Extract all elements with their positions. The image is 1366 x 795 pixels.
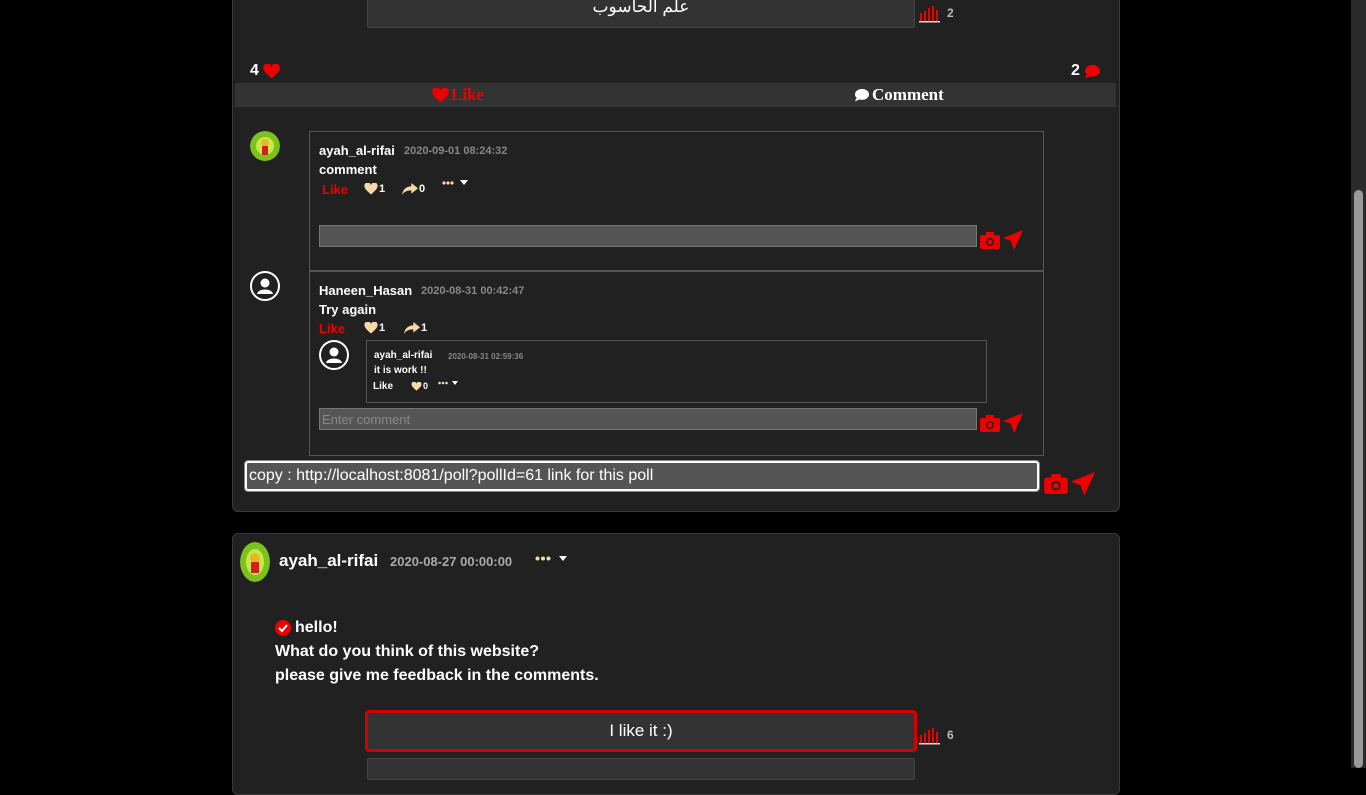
voters-icon[interactable] <box>919 5 941 23</box>
comment-like-button[interactable]: Like <box>322 182 348 197</box>
send-icon[interactable] <box>1071 472 1095 496</box>
like-button-label: Like <box>451 85 485 104</box>
comment-input[interactable]: copy : http://localhost:8081/poll?pollId… <box>244 460 1040 492</box>
voters-icon[interactable] <box>919 727 941 745</box>
comment-shares[interactable]: 0 <box>402 183 425 195</box>
comment-likes[interactable]: 1 <box>364 183 385 195</box>
reply-date: 2020-08-31 02:59:36 <box>448 352 524 361</box>
post-action-bar: Like Comment <box>235 83 1116 107</box>
comment-shares[interactable]: 1 <box>404 322 427 334</box>
share-icon <box>404 322 420 334</box>
comment-likes[interactable]: 1 <box>364 322 385 334</box>
likes-count-value: 4 <box>250 62 259 79</box>
comment-button[interactable]: Comment <box>854 83 944 107</box>
poll-description: please give me feedback in the comments. <box>275 667 599 684</box>
poll-card: علم الحاسوب 2 4 2 Like Comment ayah_al-r… <box>232 0 1120 512</box>
comment-text: comment <box>319 162 377 177</box>
poll-card: ayah_al-rifai 2020-08-27 00:00:00 hello!… <box>232 533 1120 795</box>
post-date: 2020-08-27 00:00:00 <box>390 554 513 569</box>
comment-author[interactable]: ayah_al-rifai <box>319 143 395 158</box>
chevron-down-icon <box>460 180 468 185</box>
poll-option-label: علم الحاسوب <box>592 0 690 16</box>
page-scrollbar[interactable] <box>1351 0 1366 768</box>
avatar-image <box>250 131 280 161</box>
camera-icon[interactable] <box>980 415 1000 432</box>
check-circle-icon <box>275 620 291 636</box>
avatar[interactable] <box>250 271 280 301</box>
camera-icon[interactable] <box>1044 474 1068 494</box>
heart-icon <box>364 183 378 195</box>
avatar[interactable] <box>250 131 280 161</box>
more-icon <box>438 381 448 385</box>
reply-input[interactable]: Enter comment <box>319 408 977 430</box>
reply-input[interactable] <box>319 225 977 247</box>
comment-date: 2020-09-01 08:24:32 <box>404 145 508 157</box>
comment-shares-value: 0 <box>419 183 426 195</box>
comment-like-button[interactable]: Like <box>319 321 345 336</box>
heart-icon <box>432 87 449 102</box>
comments-count-value: 2 <box>1071 62 1080 79</box>
poll-question: What do you think of this website? <box>275 643 539 660</box>
reply-like-button[interactable]: Like <box>373 381 393 392</box>
like-button[interactable]: Like <box>432 83 484 107</box>
more-icon <box>535 556 551 561</box>
reply-more-menu[interactable] <box>438 381 458 385</box>
chevron-down-icon <box>559 556 567 561</box>
comment-likes-value: 1 <box>379 183 386 195</box>
poll-title-text: hello! <box>295 619 338 636</box>
reply-likes[interactable]: 0 <box>411 381 428 391</box>
heart-icon <box>411 381 422 391</box>
comment-button-label: Comment <box>872 85 944 104</box>
more-icon <box>442 180 454 185</box>
poll-option[interactable]: علم الحاسوب <box>367 0 915 28</box>
comment-icon <box>1084 64 1100 78</box>
poll-option-votes: 6 <box>947 728 954 742</box>
post-more-menu[interactable] <box>535 556 567 561</box>
avatar[interactable] <box>240 542 270 582</box>
avatar[interactable] <box>319 340 349 370</box>
comment-text: Try again <box>319 302 377 317</box>
chevron-down-icon <box>452 381 458 385</box>
comment-shares-value: 1 <box>421 322 428 334</box>
comment-more-menu[interactable] <box>442 180 468 185</box>
share-icon <box>402 183 418 195</box>
post-author[interactable]: ayah_al-rifai <box>279 551 378 571</box>
comment-icon <box>855 88 869 102</box>
comment-author[interactable]: Haneen_Hasan <box>319 283 412 298</box>
nested-reply: ayah_al-rifai 2020-08-31 02:59:36 it is … <box>366 340 987 403</box>
comment: ayah_al-rifai 2020-09-01 08:24:32 commen… <box>309 131 1044 271</box>
heart-icon <box>364 322 378 334</box>
heart-icon <box>263 63 280 78</box>
poll-option[interactable] <box>367 758 915 780</box>
send-icon[interactable] <box>1003 230 1023 250</box>
likes-count: 4 <box>250 62 280 80</box>
reply-likes-value: 0 <box>423 381 429 391</box>
reply-text: it is work !! <box>374 365 427 376</box>
scrollbar-thumb[interactable] <box>1354 190 1363 768</box>
comments-count: 2 <box>1071 62 1101 80</box>
poll-option[interactable]: I like it :) <box>365 710 917 752</box>
reply-author[interactable]: ayah_al-rifai <box>374 350 432 361</box>
poll-title: hello! <box>275 619 338 637</box>
comment: Haneen_Hasan 2020-08-31 00:42:47 Try aga… <box>309 271 1044 456</box>
user-icon <box>326 347 342 363</box>
send-icon[interactable] <box>1003 413 1023 433</box>
poll-option-label: I like it :) <box>609 721 673 740</box>
comment-date: 2020-08-31 00:42:47 <box>421 285 525 297</box>
comment-likes-value: 1 <box>379 322 386 334</box>
user-icon <box>257 278 273 294</box>
avatar-image <box>240 542 270 582</box>
camera-icon[interactable] <box>980 232 1000 249</box>
poll-option-votes: 2 <box>947 6 954 20</box>
